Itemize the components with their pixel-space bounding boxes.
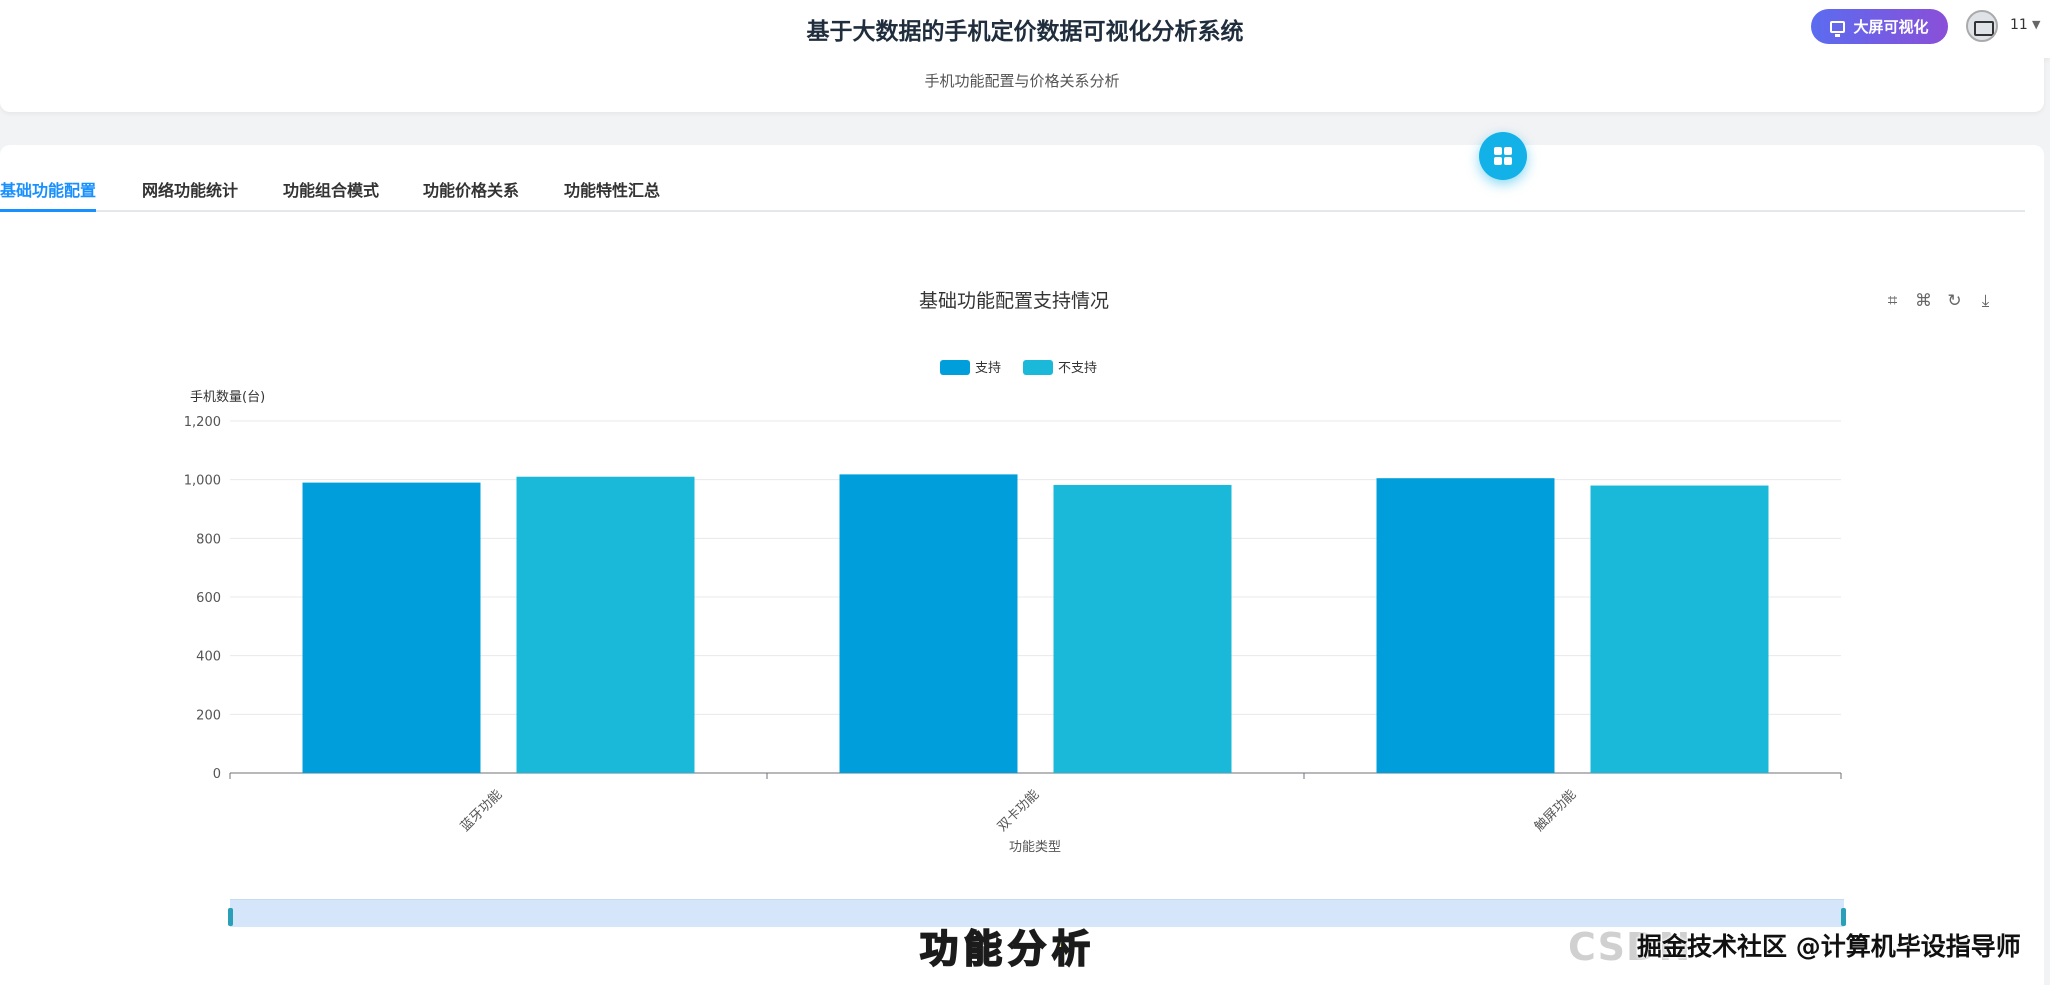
y-tick-label: 600 [196, 591, 221, 606]
y-tick-label: 0 [213, 767, 221, 782]
data-zoom-left-handle[interactable] [228, 908, 233, 926]
x-axis-label: 功能类型 [1009, 840, 1061, 855]
y-tick-label: 800 [196, 532, 221, 547]
y-tick-label: 1,200 [184, 415, 221, 430]
bar-chart: 基础功能配置支持情况支持 不支持手机数量(台) 0 200 400 600 800 1,000… [184, 290, 1842, 855]
y-tick-label: 400 [196, 650, 221, 665]
x-tick-label: 触屏功能 [1532, 787, 1579, 834]
legend-label-1: 不支持 [1058, 361, 1097, 376]
bar-0-1 [516, 476, 695, 773]
y-tick-label: 1,000 [184, 474, 221, 489]
legend-swatch-1 [1023, 360, 1053, 375]
watermark: 掘金技术社区 @计算机毕设指导师 [1637, 932, 2021, 961]
bar-2-0 [1376, 478, 1555, 773]
bar-0-0 [302, 482, 481, 773]
bar-2-1 [1590, 485, 1769, 773]
chart-title: 基础功能配置支持情况 [919, 290, 1109, 312]
y-tick-label: 200 [196, 708, 221, 723]
data-zoom-right-handle[interactable] [1841, 908, 1846, 926]
bar-1-0 [839, 474, 1018, 773]
x-tick-label: 双卡功能 [995, 787, 1042, 834]
x-tick-label: 蓝牙功能 [458, 787, 505, 834]
y-axis-label: 手机数量(台) [190, 390, 265, 405]
legend-label-0: 支持 [975, 361, 1001, 376]
video-caption: 功能分析 [919, 926, 1097, 972]
legend-swatch-0 [940, 360, 970, 375]
bar-1-1 [1053, 484, 1232, 773]
